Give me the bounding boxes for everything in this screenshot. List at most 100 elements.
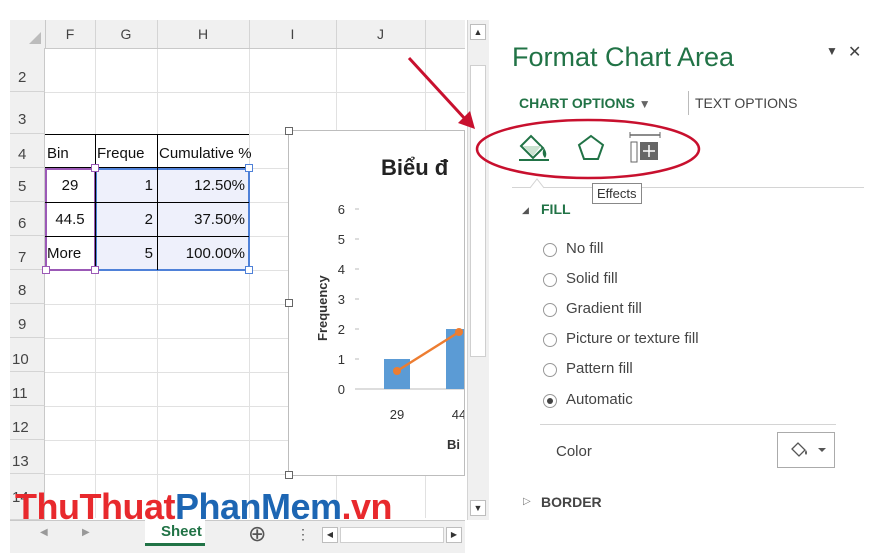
label-automatic[interactable]: Automatic [566, 391, 633, 408]
row-header-8[interactable]: 8 [10, 270, 45, 304]
pane-title: Format Chart Area [512, 42, 735, 72]
table-border [45, 134, 249, 135]
selection-handle[interactable] [91, 164, 99, 172]
close-icon[interactable]: ✕ [848, 42, 861, 62]
column-headers: F G H I J [10, 20, 465, 49]
row-header-7[interactable]: 7 [10, 236, 45, 270]
row-header-5[interactable]: 5 [10, 168, 45, 202]
selection-handle[interactable] [42, 266, 50, 274]
column-header-g[interactable]: G [95, 20, 158, 48]
table-cell[interactable]: More [47, 238, 93, 270]
table-border [45, 202, 249, 203]
row-header-12[interactable]: 12 [10, 406, 45, 440]
tab-text-options[interactable]: TEXT OPTIONS [695, 95, 797, 111]
table-border [157, 134, 158, 270]
prev-sheet-icon[interactable]: ◀ [40, 527, 48, 538]
row-header-6[interactable]: 6 [10, 202, 45, 236]
row-header-11[interactable]: 11 [10, 372, 45, 406]
y-tick-label: 0 [338, 382, 345, 397]
size-properties-icon[interactable] [628, 132, 662, 164]
row-header-3[interactable]: 3 [10, 92, 45, 134]
chart-title[interactable]: Biểu đ [381, 155, 449, 180]
column-header-j[interactable]: J [336, 20, 426, 48]
select-all-corner[interactable] [10, 20, 46, 48]
divider [540, 424, 836, 425]
next-sheet-icon[interactable]: ▶ [82, 527, 90, 538]
selection-handle[interactable] [245, 164, 253, 172]
tab-pointer-icon [530, 178, 544, 189]
table-cell[interactable]: 1 [97, 170, 153, 202]
chart-resize-handle[interactable] [285, 471, 293, 479]
tab-chart-options[interactable]: CHART OPTIONS ▼ [519, 95, 651, 111]
chart-area[interactable]: Biểu đ Frequency Bi 0 1 2 3 4 5 6 29 44 [288, 130, 465, 476]
radio-no-fill[interactable] [543, 243, 557, 257]
cell-header-frequency[interactable]: Freque [97, 138, 157, 170]
hscroll-left-button[interactable]: ◀ [322, 527, 338, 543]
table-cell[interactable]: 100.00% [159, 238, 245, 270]
y-tick-label: 2 [338, 322, 345, 337]
column-header-i[interactable]: I [249, 20, 337, 48]
label-pattern-fill[interactable]: Pattern fill [566, 360, 633, 377]
table-border [45, 236, 249, 237]
row-header-4[interactable]: 4 [10, 134, 45, 168]
y-tick-label: 3 [338, 292, 345, 307]
column-header-h[interactable]: H [157, 20, 250, 48]
cell-header-cumulative[interactable]: Cumulative % [159, 138, 279, 170]
row-header-2[interactable]: 2 [10, 48, 45, 92]
radio-solid-fill[interactable] [543, 273, 557, 287]
effects-tooltip: Effects [592, 183, 642, 204]
gridline [249, 48, 250, 518]
radio-gradient-fill[interactable] [543, 303, 557, 317]
histogram-chart[interactable]: Biểu đ Frequency Bi 0 1 2 3 4 5 6 29 44 [289, 131, 465, 476]
radio-picture-fill[interactable] [543, 333, 557, 347]
radio-pattern-fill[interactable] [543, 363, 557, 377]
y-tick-label: 5 [338, 232, 345, 247]
scroll-thumb[interactable] [470, 65, 486, 357]
hscroll-right-button[interactable]: ▶ [446, 527, 462, 543]
table-cell[interactable]: 2 [97, 204, 153, 236]
x-axis-title[interactable]: Bi [447, 437, 460, 452]
chart-resize-handle[interactable] [285, 299, 293, 307]
border-section-header[interactable]: BORDER [541, 494, 602, 510]
row-header-10[interactable]: 10 [10, 338, 45, 372]
y-tick-label: 1 [338, 352, 345, 367]
gridline [157, 48, 158, 518]
divider [512, 187, 864, 188]
divider [688, 91, 689, 115]
table-cell[interactable]: 44.5 [47, 204, 93, 236]
x-tick-label: 29 [390, 407, 404, 422]
expand-border-icon[interactable]: ▷ [523, 496, 531, 507]
selection-handle[interactable] [245, 266, 253, 274]
selection-handle[interactable] [91, 266, 99, 274]
effects-icon[interactable] [576, 132, 606, 164]
cell-header-bin[interactable]: Bin [47, 138, 95, 170]
table-cell[interactable]: 12.50% [159, 170, 245, 202]
table-cell[interactable]: 5 [97, 238, 153, 270]
line-point [393, 367, 401, 375]
fill-line-icon[interactable] [517, 132, 551, 164]
row-header-13[interactable]: 13 [10, 440, 45, 474]
label-no-fill[interactable]: No fill [566, 240, 604, 257]
fill-section-header[interactable]: FILL [541, 201, 571, 217]
chart-resize-handle[interactable] [285, 127, 293, 135]
table-border [95, 134, 96, 270]
horizontal-scrollbar[interactable] [340, 527, 444, 543]
label-gradient-fill[interactable]: Gradient fill [566, 300, 642, 317]
color-picker-button[interactable] [777, 432, 835, 468]
scroll-down-button[interactable]: ▼ [470, 500, 486, 516]
label-solid-fill[interactable]: Solid fill [566, 270, 618, 287]
column-header-f[interactable]: F [45, 20, 96, 48]
label-picture-fill[interactable]: Picture or texture fill [566, 330, 699, 347]
x-tick-label: 44 [452, 407, 465, 422]
y-axis-title[interactable]: Frequency [315, 274, 330, 341]
collapse-fill-icon[interactable]: ◢ [522, 205, 529, 216]
radio-automatic[interactable] [543, 394, 557, 408]
scroll-up-button[interactable]: ▲ [470, 24, 486, 40]
more-options-icon[interactable]: ⋮ [296, 526, 310, 543]
table-cell[interactable]: 29 [47, 170, 93, 202]
table-cell[interactable]: 37.50% [159, 204, 245, 236]
watermark-logo: ThuThuatPhanMem.vn [15, 486, 393, 527]
row-header-9[interactable]: 9 [10, 304, 45, 338]
pane-options-icon[interactable]: ▼ [826, 44, 838, 58]
gridline [45, 92, 465, 93]
